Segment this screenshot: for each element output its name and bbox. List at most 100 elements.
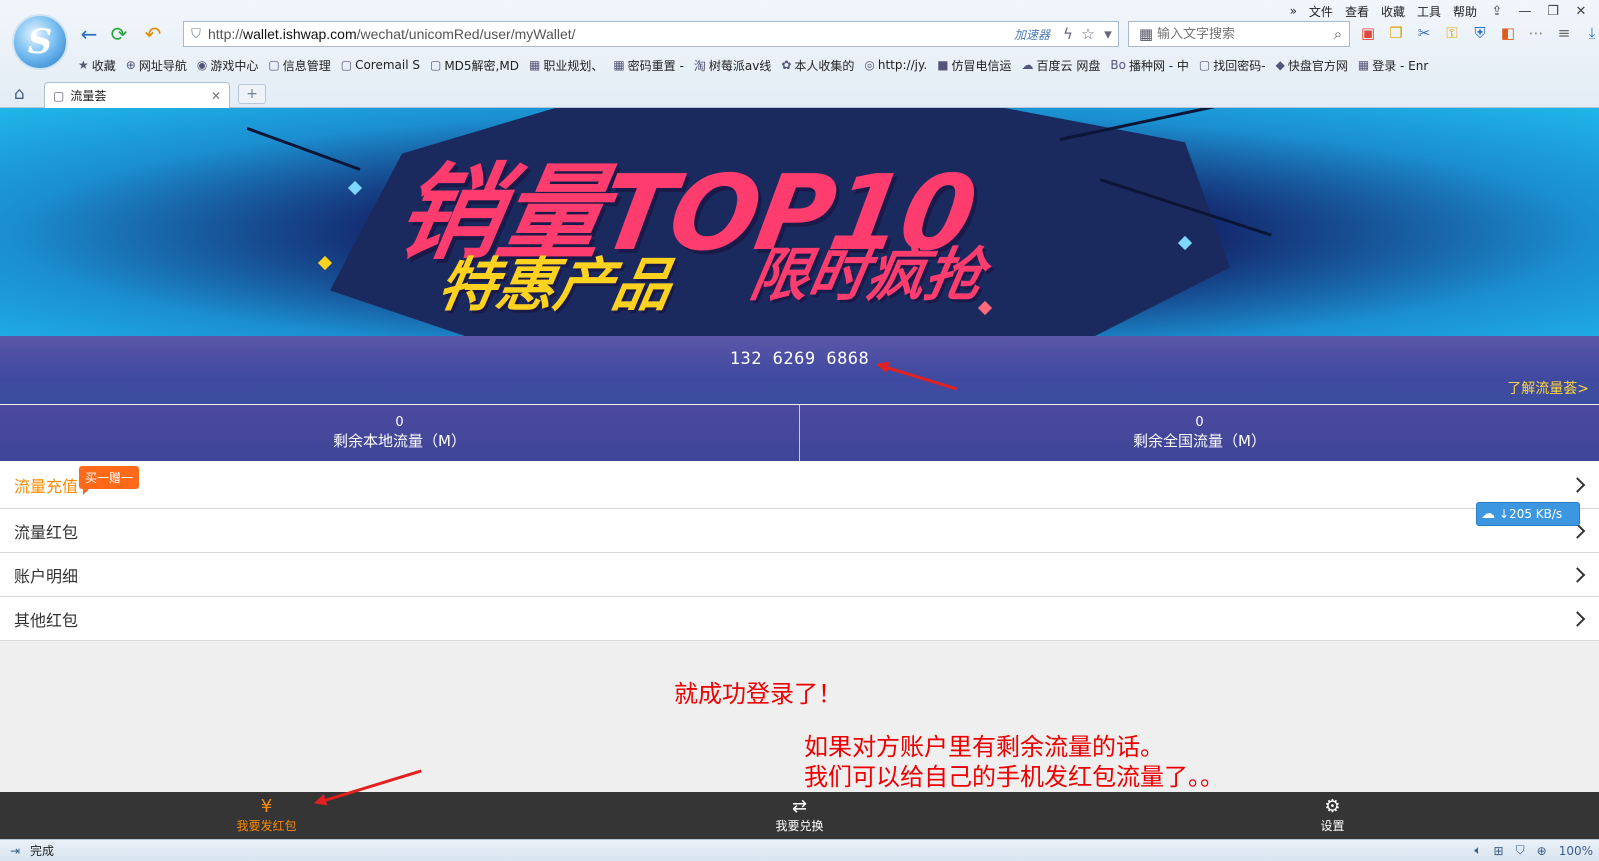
undo-close-icon[interactable]: ↶ [140, 22, 166, 46]
new-tab-button[interactable]: + [238, 84, 266, 104]
menu-favorites[interactable]: 收藏 [1381, 3, 1405, 20]
shield-status-icon[interactable]: ⛉ [1516, 843, 1525, 858]
bookmark-item[interactable]: ◎ http://jy. [864, 55, 927, 75]
shield-icon[interactable]: ⛨ [1470, 23, 1490, 43]
menu-file[interactable]: 文件 [1309, 3, 1333, 20]
key-icon[interactable]: ⚿ [1442, 23, 1462, 43]
bookmark-item[interactable]: ✿ 本人收集的 [781, 55, 854, 75]
search-icon[interactable]: ⌕ [1327, 25, 1349, 43]
nav-send-red-packet[interactable]: ¥ 我要发红包 [0, 792, 533, 839]
lightning-icon[interactable]: ϟ [1058, 25, 1078, 43]
home-icon[interactable]: ⌂ [14, 84, 25, 104]
wallet-menu: 流量充值 买一赠一 流量红包 账户明细 其他红包 [0, 461, 1599, 641]
scissors-icon[interactable]: ✂ [1414, 23, 1434, 43]
bookmark-item[interactable]: ■ 仿冒电信运 [937, 55, 1011, 75]
extension-icon[interactable]: ◧ [1498, 23, 1518, 43]
bottom-nav: ¥ 我要发红包 ⇄ 我要兑换 ⚙ 设置 [0, 792, 1599, 839]
bookmark-item[interactable]: ▦ 登录 - Enr [1358, 55, 1428, 75]
bookmark-item[interactable]: ▢ MD5解密,MD [430, 55, 519, 75]
bookmark-icon: ▢ [268, 58, 280, 72]
tab-active[interactable]: ▢ 流量荟 ✕ [44, 82, 230, 108]
refresh-icon[interactable]: ⟳ [106, 22, 132, 46]
bookmark-item[interactable]: ▢ Coremail S [341, 55, 420, 75]
back-arrow-icon[interactable]: ← [76, 22, 102, 46]
bookmark-label: 职业规划、 [543, 58, 604, 73]
star-icon[interactable]: ☆ [1078, 25, 1098, 43]
close-tab-icon[interactable]: ✕ [211, 89, 221, 103]
menu-item-recharge[interactable]: 流量充值 买一赠一 [0, 461, 1599, 509]
bookmark-item[interactable]: ▦ 密码重置 - [613, 55, 684, 75]
briefcase-icon[interactable]: ⊞ [1494, 844, 1504, 858]
annotation-line: 如果对方账户里有剩余流量的话。 [804, 733, 1164, 761]
bookmark-label: 仿冒电信运 [951, 58, 1012, 73]
download-speed-widget[interactable]: ☁ ↓205 KB/s [1476, 502, 1580, 526]
bookmark-label: Coremail S [355, 58, 420, 72]
bookmark-label: 百度云 网盘 [1036, 58, 1101, 73]
skin-icon[interactable]: ⇪ [1489, 4, 1505, 19]
banner-spark [317, 255, 333, 271]
bookmark-item[interactable]: ★ 收藏 [78, 55, 116, 75]
toolbar-icons: ▣ ❒ ✂ ⚿ ⛨ ◧ ⋯ ≡ ⤓ [1358, 23, 1599, 43]
bookmark-item[interactable]: 淘树莓派av线 [694, 55, 771, 75]
search-engine-icon[interactable]: ▦ [1135, 25, 1157, 43]
settings-gear-icon: ⚙ [1324, 796, 1341, 817]
banner-subtitle-right: 限时疯抢 [745, 241, 990, 309]
zoom-icon[interactable]: ⊕ [1537, 844, 1547, 858]
bookmark-item[interactable]: ▢ 信息管理 [268, 55, 330, 75]
bookmark-item[interactable]: ▦ 职业规划、 [529, 55, 603, 75]
bookmark-item[interactable]: ☁ 百度云 网盘 [1022, 55, 1101, 75]
red-packet-icon: ¥ [260, 796, 273, 817]
bookmark-icon: ▢ [1198, 58, 1211, 72]
minimize-button[interactable]: — [1517, 4, 1533, 19]
bookmark-item[interactable]: ◆ 快盘官方网 [1276, 55, 1348, 75]
bookmark-item[interactable]: ◉ 游戏中心 [197, 55, 259, 75]
bookmark-label: 收藏 [91, 58, 116, 73]
address-bar[interactable]: ⛉ http://wallet.ishwap.com/wechat/unicom… [183, 21, 1119, 47]
menu-item-red-packet[interactable]: 流量红包 [0, 509, 1599, 553]
menu-item-label: 账户明细 [14, 566, 79, 586]
menu-tools[interactable]: 工具 [1417, 3, 1441, 20]
local-traffic: 0 剩余本地流量（M） [0, 405, 800, 461]
bookmark-icon: ▦ [528, 58, 541, 72]
restore-button[interactable]: ❐ [1545, 4, 1561, 19]
learn-more-link[interactable]: 了解流量荟> [1507, 378, 1589, 398]
url-text[interactable]: http://wallet.ishwap.com/wechat/unicomRe… [208, 26, 1014, 42]
search-box[interactable]: ▦ ⌕ [1128, 21, 1350, 47]
menu-icon[interactable]: ≡ [1554, 23, 1574, 43]
traffic-summary: 0 剩余本地流量（M） 0 剩余全国流量（M） [0, 405, 1599, 461]
zoom-level[interactable]: 100% [1559, 844, 1593, 858]
menu-item-other-red-packet[interactable]: 其他红包 [0, 597, 1599, 641]
annotation-line: 我们可以给自己的手机发红包流量了。。 [804, 763, 1224, 791]
sidebar-toggle-icon[interactable]: ⇥ [0, 844, 30, 858]
more-icon[interactable]: ⋯ [1526, 23, 1546, 43]
search-input[interactable] [1157, 26, 1327, 42]
browser-logo[interactable]: S [12, 14, 68, 70]
bookmark-label: 快盘官方网 [1287, 58, 1348, 73]
close-button[interactable]: ✕ [1573, 4, 1589, 19]
menu-view[interactable]: 查看 [1345, 3, 1369, 20]
translate-icon[interactable]: ❒ [1386, 23, 1406, 43]
security-shield-icon: ⛉ [191, 26, 201, 42]
accelerator-label[interactable]: 加速器 [1014, 26, 1050, 43]
bookmark-item[interactable]: ⊕ 网址导航 [126, 55, 187, 75]
promo-banner[interactable]: 销量TOP10 特惠产品 限时疯抢 [0, 108, 1599, 336]
bookmark-icon: ▢ [429, 58, 442, 72]
nav-exchange[interactable]: ⇄ 我要兑换 [533, 792, 1066, 839]
bookmark-label: 找回密码- [1213, 58, 1266, 73]
overflow-icon[interactable]: » [1290, 4, 1297, 18]
bookmark-item[interactable]: ▢ 找回密码- [1199, 55, 1266, 75]
screenshot-icon[interactable]: ▣ [1358, 23, 1378, 43]
tab-title: 流量荟 [70, 89, 107, 103]
nav-settings[interactable]: ⚙ 设置 [1066, 792, 1599, 839]
bookmark-label: MD5解密,MD [444, 58, 519, 73]
menu-help[interactable]: 帮助 [1453, 3, 1477, 20]
bookmark-item[interactable]: Bo 播种网 - 中 [1110, 55, 1189, 75]
download-icon[interactable]: ⤓ [1582, 23, 1599, 43]
phone-number: 132 6269 6868 [729, 349, 870, 369]
menu-item-account-detail[interactable]: 账户明细 [0, 553, 1599, 597]
tab-row: ⌂ ▢ 流量荟 ✕ + [0, 81, 1599, 108]
volume-icon[interactable]: 🔈︎ [1474, 843, 1481, 858]
annotation-explanation: 如果对方账户里有剩余流量的话。 我们可以给自己的手机发红包流量了。。 [804, 732, 1224, 792]
dropdown-icon[interactable]: ▾ [1098, 25, 1118, 43]
bookmark-icon: ◎ [864, 58, 875, 72]
